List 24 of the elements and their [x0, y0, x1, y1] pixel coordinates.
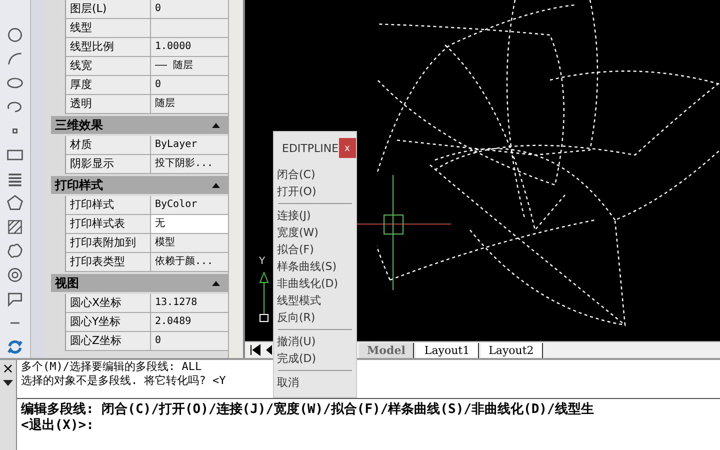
command-prompt-line: <退出(X)>: — [20, 418, 95, 434]
property-label: 圆心X坐标 — [66, 294, 151, 312]
property-label: 材质 — [66, 136, 151, 154]
property-label: 图层(L) — [66, 0, 151, 18]
property-label: 打印表类型 — [66, 253, 151, 271]
section-title: 视图 — [55, 274, 79, 292]
property-label: 圆心Z坐标 — [66, 332, 151, 350]
property-label: 线型比例 — [66, 38, 151, 56]
section-title: 打印样式 — [55, 176, 103, 194]
command-history-line: 多个(M)/选择要编辑的多段线: ALL — [20, 360, 202, 374]
property-label: 线型 — [66, 19, 151, 37]
property-label: 圆心Y坐标 — [66, 313, 151, 331]
property-label: 阴影显示 — [66, 155, 151, 173]
property-label: 打印样式表 — [66, 215, 151, 233]
ucs-y-label: Y — [259, 256, 266, 267]
property-label: 打印表附加到 — [66, 234, 151, 252]
property-label: 线宽 — [66, 57, 151, 75]
section-title: 三维效果 — [55, 116, 103, 134]
command-history-line: 选择的对象不是多段线. 将它转化吗? <Y — [20, 374, 226, 388]
menu-title: EDITPLINE — [282, 142, 339, 154]
property-label: 打印样式 — [66, 196, 151, 214]
command-prompt-line: 编辑多段线: 闭合(C)/打开(O)/连接(J)/宽度(W)/拟合(F)/样条曲线(S)/非曲线化(D)/线型生 — [20, 402, 595, 418]
property-label: 透明 — [66, 95, 151, 113]
property-label: 厚度 — [66, 76, 151, 94]
